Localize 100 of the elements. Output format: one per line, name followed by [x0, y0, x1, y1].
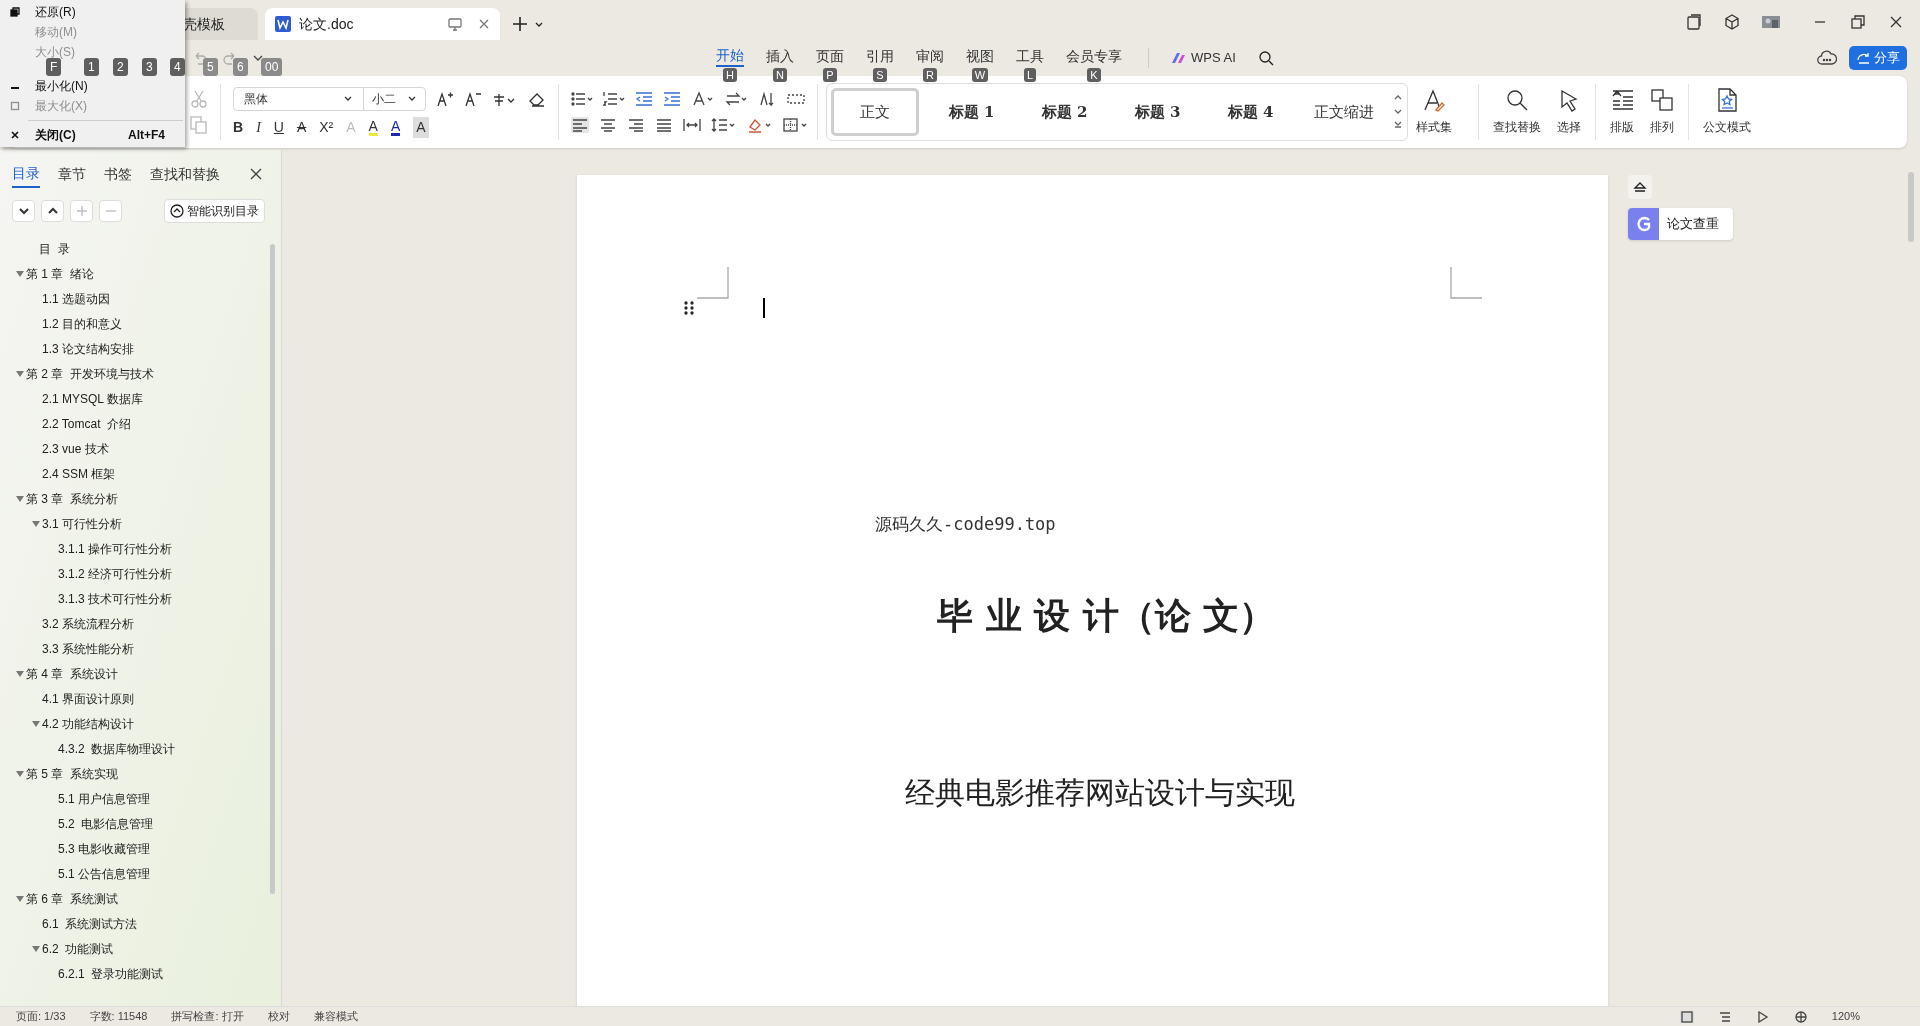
justify-icon[interactable]: [655, 117, 673, 133]
drag-handle-icon[interactable]: [684, 301, 694, 315]
ribbon-tab[interactable]: 审阅: [916, 45, 944, 67]
style-preset[interactable]: 正文缩进: [1297, 88, 1390, 136]
collapse-up-button[interactable]: [41, 200, 64, 222]
outline-item[interactable]: 2.4 SSM 框架: [42, 464, 116, 483]
style-preset[interactable]: 标题 3: [1111, 88, 1204, 136]
outdent-icon[interactable]: [635, 91, 653, 107]
close-icon[interactable]: [250, 168, 262, 180]
panel-tab[interactable]: 目录: [12, 160, 40, 188]
outline-item[interactable]: 4.2 功能结构设计: [42, 714, 134, 733]
outline-item[interactable]: 3.1.3 技术可行性分析: [58, 589, 173, 608]
outline-item[interactable]: 第 5 章 系统实现: [26, 764, 118, 783]
outline-item[interactable]: 1.1 选题动因: [42, 289, 110, 308]
collapse-button[interactable]: [1628, 175, 1652, 199]
zoom-level[interactable]: 120%: [1831, 1008, 1860, 1025]
line-spacing-icon[interactable]: [711, 117, 737, 133]
outline-item[interactable]: 3.3 系统性能分析: [42, 639, 134, 658]
outline-item[interactable]: 第 3 章 系统分析: [26, 489, 118, 508]
chat-cloud-icon[interactable]: [1817, 50, 1837, 66]
scrollbar-thumb[interactable]: [1908, 172, 1914, 242]
grow-font-icon[interactable]: [436, 90, 454, 107]
ribbon-tab[interactable]: 插入: [766, 45, 794, 67]
plagiarism-check-button[interactable]: 论文查重: [1628, 208, 1733, 240]
outline-item[interactable]: 5.2 电影信息管理: [58, 814, 154, 833]
outline-item[interactable]: 2.3 vue 技术: [42, 439, 109, 458]
search-icon[interactable]: [1257, 50, 1274, 66]
ai-button[interactable]: WPS AI: [1171, 48, 1236, 68]
cube-icon[interactable]: [1724, 14, 1740, 30]
restore-icon[interactable]: [1850, 14, 1866, 30]
size-dropdown[interactable]: 小二: [364, 87, 425, 110]
status-item[interactable]: 兼容模式: [313, 1008, 358, 1025]
outline-item[interactable]: 3.2 系统流程分析: [42, 614, 134, 633]
grid-lines-icon[interactable]: [787, 91, 805, 107]
shading-icon[interactable]: [747, 117, 773, 133]
menu-item[interactable]: 关闭(C) Alt+F4: [0, 125, 185, 145]
scrollbar-thumb[interactable]: [270, 244, 275, 894]
ribbon-button[interactable]: 选择: [1549, 88, 1589, 136]
style-preset[interactable]: 标题 1: [925, 88, 1018, 136]
outline-view-icon[interactable]: [1717, 1010, 1732, 1023]
ribbon-button[interactable]: 排列: [1642, 88, 1682, 136]
outline-item[interactable]: 4.3.2 数据库物理设计: [58, 739, 176, 758]
outline-item[interactable]: 目 录: [39, 239, 70, 258]
ribbon-button[interactable]: 排版: [1602, 88, 1642, 136]
outline-item[interactable]: 6.2.1 登录功能测试: [58, 964, 164, 983]
font-color-button[interactable]: A: [390, 118, 401, 136]
font-dropdown[interactable]: 黑体: [234, 87, 364, 110]
underline-button[interactable]: U: [273, 116, 284, 138]
panel-tab[interactable]: 章节: [58, 160, 86, 188]
status-item[interactable]: 页面: 1/33: [16, 1008, 66, 1025]
ribbon-tab[interactable]: 会员专享: [1066, 45, 1122, 67]
italic-button[interactable]: I: [256, 116, 261, 138]
outline-item[interactable]: 5.1 用户信息管理: [58, 789, 150, 808]
globe-icon[interactable]: [1793, 1010, 1808, 1023]
ribbon-tab[interactable]: 引用: [866, 45, 894, 67]
outline-item[interactable]: 第 4 章 系统设计: [26, 664, 118, 683]
panel-tab[interactable]: 书签: [104, 160, 132, 188]
align-left-icon[interactable]: [571, 117, 589, 133]
triangle-icon[interactable]: [14, 668, 26, 679]
share-button[interactable]: 分享: [1849, 46, 1907, 70]
page-view-icon[interactable]: [1679, 1010, 1694, 1023]
ribbon-button[interactable]: 样式集: [1408, 88, 1460, 136]
menu-item[interactable]: 最小化(N): [0, 76, 185, 96]
distribute-icon[interactable]: [683, 117, 701, 133]
triangle-icon[interactable]: [14, 893, 26, 904]
play-icon[interactable]: [1755, 1010, 1770, 1023]
close-icon[interactable]: [1888, 14, 1904, 30]
style-preset[interactable]: 标题 2: [1018, 88, 1111, 136]
indent-icon[interactable]: [663, 91, 681, 107]
outline-item[interactable]: 4.1 界面设计原则: [42, 689, 134, 708]
strikethrough-button[interactable]: A: [296, 116, 307, 138]
close-icon[interactable]: [478, 18, 490, 30]
triangle-icon[interactable]: [14, 768, 26, 779]
triangle-icon[interactable]: [14, 268, 26, 279]
ribbon-button[interactable]: 公文模式: [1695, 88, 1759, 136]
plus-icon[interactable]: [512, 16, 528, 32]
triangle-icon[interactable]: [30, 518, 42, 529]
collapse-down-button[interactable]: [12, 200, 35, 222]
text-direction-icon[interactable]: [691, 91, 715, 107]
smart-toc-button[interactable]: 智能识别目录: [164, 199, 265, 223]
status-item[interactable]: 校对: [267, 1008, 290, 1025]
ribbon-button[interactable]: 查找替换: [1485, 88, 1549, 136]
triangle-icon[interactable]: [14, 493, 26, 504]
swap-icon[interactable]: [725, 91, 749, 107]
ribbon-tab[interactable]: 页面: [816, 45, 844, 67]
outline-item[interactable]: 第 6 章 系统测试: [26, 889, 118, 908]
monitor-icon[interactable]: [448, 17, 462, 31]
outline-item[interactable]: 1.3 论文结构安排: [42, 339, 134, 358]
outline-item[interactable]: 2.2 Tomcat 介绍: [42, 414, 132, 433]
border-icon[interactable]: [783, 117, 809, 133]
outline-item[interactable]: 第 2 章 开发环境与技术: [26, 364, 154, 383]
status-item[interactable]: 拼写检查: 打开: [171, 1008, 244, 1025]
outline-item[interactable]: 6.2 功能测试: [42, 939, 114, 958]
shrink-font-icon[interactable]: [464, 90, 482, 107]
status-item[interactable]: 字数: 11548: [89, 1008, 148, 1025]
window-icon[interactable]: [1686, 14, 1702, 30]
outline-item[interactable]: 6.1 系统测试方法: [42, 914, 138, 933]
document-tab[interactable]: 论文.doc: [265, 8, 500, 40]
character-shading-button[interactable]: A: [413, 116, 429, 138]
outline-item[interactable]: 3.1 可行性分析: [42, 514, 122, 533]
